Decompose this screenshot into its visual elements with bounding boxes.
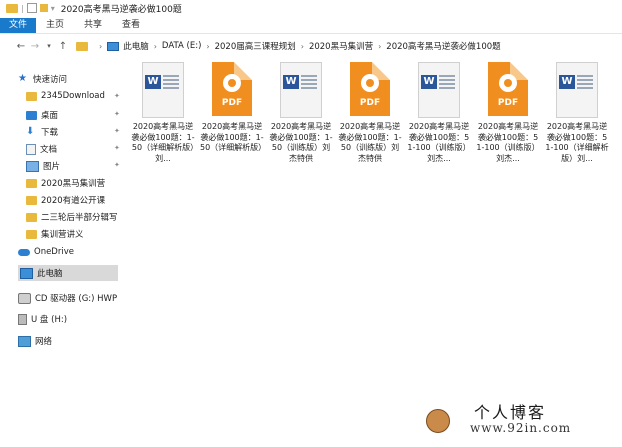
up-arrow-icon[interactable]: ↑ [56,41,70,52]
file-item[interactable]: W 2020高考黑马逆袭必做100题：1-50（训练版）刘杰特供 [269,62,333,164]
sidebar-item-camp-handouts[interactable]: 集训营讲义 [26,228,84,240]
navigation-pane: ★ 快速访问 2345Download ✦ 桌面 ✦ ⬇ 下载 ✦ 文档 ✦ 图… [18,70,120,360]
sidebar-item-this-pc[interactable]: 此电脑 [18,265,118,281]
watermark-url: www.92in.com [470,421,572,435]
file-item[interactable]: PDF 2020高考黑马逆袭必做100题：1-50（详细解析版） [200,62,267,154]
tab-view[interactable]: 查看 [112,18,150,33]
sidebar-item-onedrive[interactable]: OneDrive [18,247,74,257]
sidebar-item-downloads[interactable]: ⬇ 下载 [26,126,58,139]
breadcrumb-item[interactable]: 2020高考黑马逆袭必做100题 [386,40,500,52]
sidebar-item-youdao-course[interactable]: 2020有道公开课 [26,194,105,206]
address-bar: ← → ▾ ↑ › 此电脑 › DATA (E:) › 2020届高三课程规划 … [0,37,622,55]
computer-icon [20,267,33,279]
word-document-icon: W [142,62,184,118]
document-icon [26,143,36,155]
back-arrow-icon[interactable]: ← [14,41,28,52]
pin-icon: ✦ [114,161,120,169]
watermark: 个人博客 www.92in.com [426,399,606,439]
breadcrumb-item[interactable]: 2020届高三课程规划 [215,40,296,52]
avatar-icon [426,409,450,433]
file-name: 2020高考黑马逆袭必做100题：1-50（详细解析版） [200,122,267,152]
file-name: 2020高考黑马逆袭必做100题：51-100（训练版）刘杰... [407,122,471,163]
pdf-document-icon: PDF [212,62,252,116]
pin-icon: ✦ [114,127,120,135]
star-icon: ★ [18,73,27,84]
computer-icon [107,41,120,51]
file-name: 2020高考黑马逆袭必做100题：1-50（训练版）刘杰特供 [269,122,333,163]
breadcrumb[interactable]: › 此电脑 › DATA (E:) › 2020届高三课程规划 › 2020黑马… [76,40,501,52]
tab-file[interactable]: 文件 [0,18,37,33]
folder-icon [6,3,18,13]
network-icon [18,335,31,347]
title-bar: | ▾ 2020高考黑马逆袭必做100题 [0,0,622,16]
pdf-document-icon: PDF [488,62,528,116]
file-name: 2020高考黑马逆袭必做100题：1-50（详细解析版）刘... [131,122,195,163]
ribbon-tabs: 文件 主页 共享 查看 [0,16,622,34]
pin-icon: ✦ [114,144,120,152]
quick-access-toolbar: | ▾ [6,3,55,13]
word-document-icon: W [418,62,460,118]
forward-arrow-icon[interactable]: → [28,41,42,52]
desktop-icon [26,110,37,120]
file-name: 2020高考黑马逆袭必做100题：51-100（详细解析版）刘... [545,122,609,163]
file-item[interactable]: W 2020高考黑马逆袭必做100题：51-100（训练版）刘杰... [407,62,471,164]
sidebar-item-usb-drive[interactable]: U 盘 (H:) [18,313,67,325]
word-document-icon: W [556,62,598,118]
usb-drive-icon [18,313,27,325]
pin-icon: ✦ [114,92,120,100]
sidebar-item-documents[interactable]: 文档 [26,143,57,155]
breadcrumb-item[interactable]: 此电脑 [123,40,149,52]
file-item[interactable]: PDF 2020高考黑马逆袭必做100题：1-50（训练版）刘杰特供 [338,62,402,164]
file-name: 2020高考黑马逆袭必做100题：1-50（训练版）刘杰特供 [338,122,402,163]
folder-icon [26,91,37,101]
cloud-icon [18,248,30,256]
sidebar-item-heima-camp[interactable]: 2020黑马集训营 [26,177,105,189]
sidebar-item-2345download[interactable]: 2345Download [26,91,105,101]
new-folder-icon[interactable] [39,4,48,12]
pin-icon: ✦ [114,110,120,118]
chevron-down-icon[interactable]: ▾ [51,4,55,13]
sidebar-item-network[interactable]: 网络 [18,335,52,347]
cd-drive-icon [18,292,31,304]
sidebar-item-pictures[interactable]: 图片 [26,160,60,172]
breadcrumb-item[interactable]: DATA (E:) [162,41,201,51]
file-item[interactable]: PDF 2020高考黑马逆袭必做100题：51-100（训练版）刘杰... [476,62,540,164]
tab-home[interactable]: 主页 [36,18,74,33]
folder-icon [26,229,37,239]
sidebar-item-desktop[interactable]: 桌面 [26,109,58,121]
watermark-title: 个人博客 [474,403,547,422]
folder-icon [76,41,88,51]
tab-share[interactable]: 共享 [74,18,112,33]
sidebar-item-cd-drive[interactable]: CD 驱动器 (G:) HWP [18,292,117,304]
sidebar-item-review-folder[interactable]: 二三轮后半部分辑写 [26,211,118,223]
properties-icon[interactable] [26,3,37,13]
download-icon: ⬇ [26,126,35,137]
folder-icon [26,195,37,205]
recent-locations-chevron-icon[interactable]: ▾ [42,42,56,50]
file-name: 2020高考黑马逆袭必做100题：51-100（训练版）刘杰... [476,122,540,163]
picture-icon [26,160,39,172]
breadcrumb-item[interactable]: 2020黑马集训营 [309,40,373,52]
file-item[interactable]: W 2020高考黑马逆袭必做100题：1-50（详细解析版）刘... [131,62,195,164]
window-title: 2020高考黑马逆袭必做100题 [60,4,182,15]
folder-icon [26,178,37,188]
file-list: W 2020高考黑马逆袭必做100题：1-50（详细解析版）刘... PDF 2… [128,62,622,182]
word-document-icon: W [280,62,322,118]
file-item[interactable]: W 2020高考黑马逆袭必做100题：51-100（详细解析版）刘... [545,62,609,164]
pdf-document-icon: PDF [350,62,390,116]
sidebar-item-quick-access[interactable]: ★ 快速访问 [18,73,67,86]
folder-icon [26,212,37,222]
